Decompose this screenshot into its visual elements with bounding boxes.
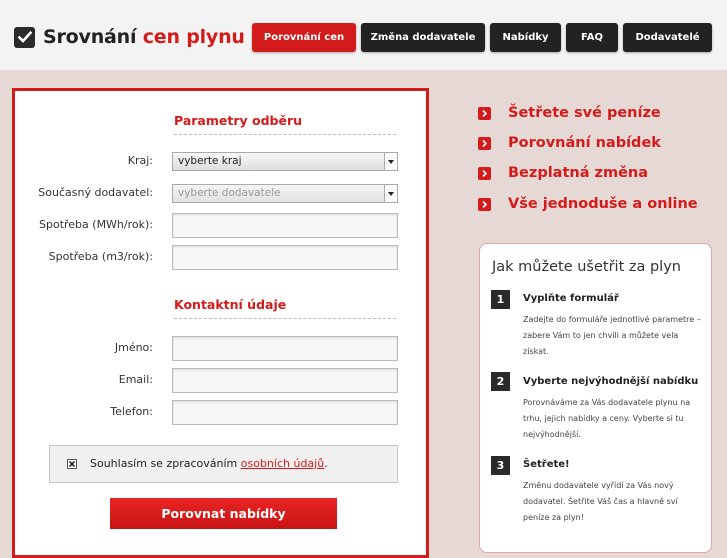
chevron-right-icon: [478, 166, 491, 180]
consumption-m3-input[interactable]: [172, 245, 398, 270]
chevron-down-icon: [384, 185, 397, 202]
chevron-down-icon: [384, 153, 397, 170]
name-label: Jméno:: [114, 341, 153, 354]
params-section-title: Parametry odběru: [174, 113, 303, 128]
privacy-link[interactable]: osobních údajů: [241, 457, 324, 470]
benefit-text: Bezplatná změna: [508, 165, 649, 181]
nav-dodavatele[interactable]: Dodavatelé: [623, 23, 712, 52]
contact-divider: [174, 318, 396, 319]
benefit-text: Vše jednoduše a online: [508, 196, 698, 212]
phone-input[interactable]: [172, 400, 398, 425]
consent-box: Souhlasím se zpracováním osobních údajů.: [49, 445, 398, 483]
supplier-select-value: vyberte dodavatele: [178, 187, 281, 199]
logo[interactable]: Srovnání cen plynu: [14, 24, 245, 50]
benefit-item: Bezplatná změna: [478, 164, 648, 182]
how-to-save-box: Jak můžete ušetřit za plyn 1 Vyplňte for…: [479, 243, 712, 553]
logo-text: Srovnání cen plynu: [43, 26, 245, 48]
consent-end: .: [324, 457, 328, 470]
benefit-text: Porovnání nabídek: [508, 135, 661, 151]
header: Srovnání cen plynu Porovnání cen Změna d…: [0, 0, 727, 71]
benefit-item: Vše jednoduše a online: [478, 195, 698, 213]
benefit-item: Šetřete své peníze: [478, 104, 661, 122]
supplier-select[interactable]: vyberte dodavatele: [172, 184, 398, 203]
step-title: Šetřete!: [523, 459, 570, 470]
region-select[interactable]: vyberte kraj: [172, 152, 398, 171]
checkbox-x-icon: [69, 461, 75, 467]
consumption-mwh-input[interactable]: [172, 213, 398, 238]
nav-porovnani-cen[interactable]: Porovnání cen: [252, 23, 356, 52]
step-text: Zadejte do formuláře jednotlivé parametr…: [523, 315, 701, 356]
region-select-value: vyberte kraj: [178, 155, 242, 167]
supplier-label: Současný dodavatel:: [38, 186, 153, 199]
contact-section-title: Kontaktní údaje: [174, 297, 287, 312]
logo-text-part2: cen plynu: [142, 26, 245, 48]
step-number: 3: [491, 456, 510, 475]
steps-title: Jak můžete ušetřit za plyn: [492, 259, 681, 275]
step-title: Vyplňte formulář: [523, 293, 619, 304]
checkmark-icon: [14, 26, 35, 48]
comparison-form: Parametry odběru Kraj: vyberte kraj Souč…: [12, 88, 429, 558]
consumption-m3-label: Spotřeba (m3/rok):: [48, 250, 153, 263]
consent-text: Souhlasím se zpracováním osobních údajů.: [90, 457, 328, 470]
consent-label: Souhlasím se zpracováním: [90, 457, 238, 470]
logo-text-part1: Srovnání: [43, 26, 137, 48]
benefit-item: Porovnání nabídek: [478, 134, 661, 152]
consumption-mwh-label: Spotřeba (MWh/rok):: [39, 218, 153, 231]
nav-faq[interactable]: FAQ: [566, 23, 618, 52]
chevron-right-icon: [478, 197, 491, 211]
nav-zmena-dodavatele[interactable]: Změna dodavatele: [361, 23, 485, 52]
email-input[interactable]: [172, 368, 398, 393]
params-divider: [174, 134, 396, 135]
name-input[interactable]: [172, 336, 398, 361]
phone-label: Telefon:: [110, 405, 153, 418]
step-text: Změnu dodavatele vyřídí za Vás nový doda…: [523, 481, 678, 522]
consent-checkbox[interactable]: [67, 459, 77, 469]
step-number: 2: [491, 372, 510, 391]
step-title: Vyberte nejvýhodnější nabídku: [523, 376, 699, 387]
chevron-right-icon: [478, 106, 491, 120]
compare-offers-button[interactable]: Porovnat nabídky: [110, 498, 337, 529]
email-label: Email:: [118, 373, 153, 386]
benefit-text: Šetřete své peníze: [508, 105, 661, 121]
nav-nabidky[interactable]: Nabídky: [490, 23, 561, 52]
chevron-right-icon: [478, 136, 491, 150]
step-text: Porovnáváme za Vás dodavatele plynu na t…: [523, 398, 691, 439]
step-number: 1: [491, 290, 510, 309]
region-label: Kraj:: [127, 154, 153, 167]
